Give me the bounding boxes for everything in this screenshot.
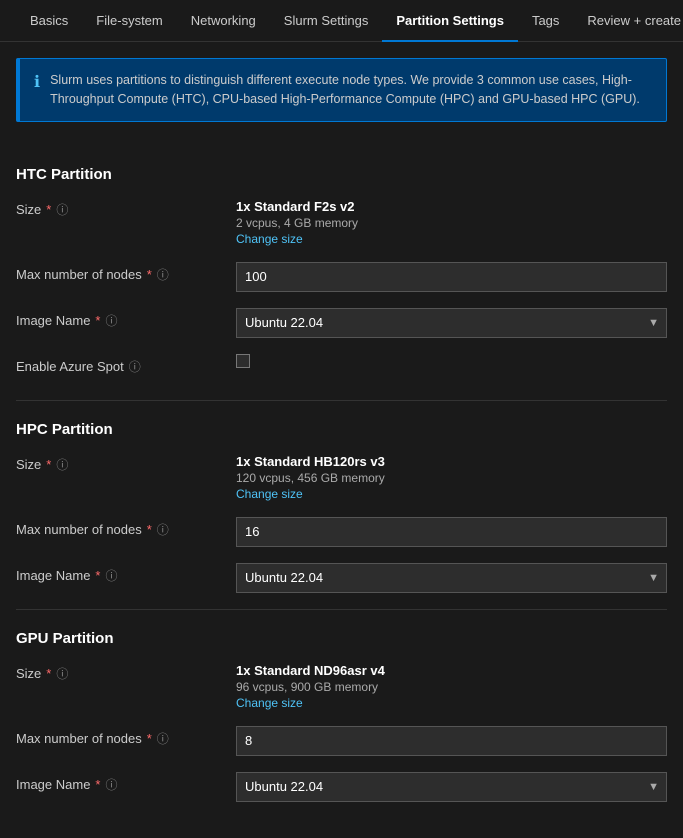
hpc-image-required: * <box>95 568 100 583</box>
nav-item-review[interactable]: Review + create <box>573 0 683 42</box>
hpc-max-nodes-input[interactable] <box>236 517 667 547</box>
htc-azure-spot-row: Enable Azure Spot ⓘ <box>16 354 667 386</box>
hpc-size-info-icon[interactable]: ⓘ <box>56 456 68 473</box>
htc-max-nodes-required: * <box>147 267 152 282</box>
info-banner-text: Slurm uses partitions to distinguish dif… <box>50 71 652 109</box>
htc-size-display: 1x Standard F2s v2 2 vcpus, 4 GB memory … <box>236 197 667 248</box>
gpu-size-details: 96 vcpus, 900 GB memory <box>236 680 667 694</box>
gpu-max-nodes-info-icon[interactable]: ⓘ <box>157 730 169 747</box>
info-banner: ℹ Slurm uses partitions to distinguish d… <box>16 58 667 122</box>
hpc-image-control: Ubuntu 20.04 Ubuntu 22.04 CentOS 7 CentO… <box>236 563 667 593</box>
htc-max-nodes-info-icon[interactable]: ⓘ <box>157 266 169 283</box>
hpc-change-size-link[interactable]: Change size <box>236 487 667 501</box>
nav-item-networking[interactable]: Networking <box>177 0 270 42</box>
nav-item-filesystem[interactable]: File-system <box>82 0 176 42</box>
hpc-size-required: * <box>46 457 51 472</box>
nav-item-slurm[interactable]: Slurm Settings <box>270 0 383 42</box>
htc-section-header: HTC Partition <box>16 166 667 183</box>
gpu-size-required: * <box>46 666 51 681</box>
hpc-size-label: Size * ⓘ <box>16 452 236 473</box>
htc-azure-spot-info-icon[interactable]: ⓘ <box>129 358 141 375</box>
gpu-size-info-icon[interactable]: ⓘ <box>56 665 68 682</box>
htc-hpc-divider <box>16 400 667 401</box>
htc-azure-spot-control <box>236 354 667 368</box>
hpc-gpu-divider <box>16 609 667 610</box>
gpu-image-select[interactable]: Ubuntu 20.04 Ubuntu 22.04 CentOS 7 CentO… <box>236 772 667 802</box>
gpu-image-info-icon[interactable]: ⓘ <box>105 776 117 793</box>
htc-azure-spot-label: Enable Azure Spot ⓘ <box>16 354 236 375</box>
htc-image-select[interactable]: Ubuntu 20.04 Ubuntu 22.04 CentOS 7 CentO… <box>236 308 667 338</box>
gpu-max-nodes-input[interactable] <box>236 726 667 756</box>
main-content: HTC Partition Size * ⓘ 1x Standard F2s v… <box>0 138 683 838</box>
htc-image-required: * <box>95 313 100 328</box>
nav-item-basics[interactable]: Basics <box>16 0 82 42</box>
gpu-image-row: Image Name * ⓘ Ubuntu 20.04 Ubuntu 22.04… <box>16 772 667 804</box>
htc-size-info-icon[interactable]: ⓘ <box>56 201 68 218</box>
htc-azure-spot-checkbox[interactable] <box>236 354 250 368</box>
htc-change-size-link[interactable]: Change size <box>236 232 667 246</box>
hpc-size-row: Size * ⓘ 1x Standard HB120rs v3 120 vcpu… <box>16 452 667 503</box>
gpu-image-required: * <box>95 777 100 792</box>
htc-max-nodes-input[interactable] <box>236 262 667 292</box>
htc-max-nodes-row: Max number of nodes * ⓘ <box>16 262 667 294</box>
htc-image-select-wrapper: Ubuntu 20.04 Ubuntu 22.04 CentOS 7 CentO… <box>236 308 667 338</box>
nav-item-tags[interactable]: Tags <box>518 0 573 42</box>
gpu-size-row: Size * ⓘ 1x Standard ND96asr v4 96 vcpus… <box>16 661 667 712</box>
htc-size-label: Size * ⓘ <box>16 197 236 218</box>
gpu-max-nodes-row: Max number of nodes * ⓘ <box>16 726 667 758</box>
hpc-image-select-wrapper: Ubuntu 20.04 Ubuntu 22.04 CentOS 7 CentO… <box>236 563 667 593</box>
htc-max-nodes-label: Max number of nodes * ⓘ <box>16 262 236 283</box>
gpu-size-name: 1x Standard ND96asr v4 <box>236 663 667 678</box>
htc-image-label: Image Name * ⓘ <box>16 308 236 329</box>
gpu-size-display: 1x Standard ND96asr v4 96 vcpus, 900 GB … <box>236 661 667 712</box>
htc-image-info-icon[interactable]: ⓘ <box>105 312 117 329</box>
htc-size-details: 2 vcpus, 4 GB memory <box>236 216 667 230</box>
gpu-max-nodes-control <box>236 726 667 756</box>
gpu-section-header: GPU Partition <box>16 630 667 647</box>
hpc-max-nodes-row: Max number of nodes * ⓘ <box>16 517 667 549</box>
hpc-size-details: 120 vcpus, 456 GB memory <box>236 471 667 485</box>
hpc-image-select[interactable]: Ubuntu 20.04 Ubuntu 22.04 CentOS 7 CentO… <box>236 563 667 593</box>
hpc-max-nodes-required: * <box>147 522 152 537</box>
gpu-image-select-wrapper: Ubuntu 20.04 Ubuntu 22.04 CentOS 7 CentO… <box>236 772 667 802</box>
htc-size-required: * <box>46 202 51 217</box>
hpc-max-nodes-control <box>236 517 667 547</box>
htc-size-row: Size * ⓘ 1x Standard F2s v2 2 vcpus, 4 G… <box>16 197 667 248</box>
hpc-image-label: Image Name * ⓘ <box>16 563 236 584</box>
htc-image-row: Image Name * ⓘ Ubuntu 20.04 Ubuntu 22.04… <box>16 308 667 340</box>
hpc-section-header: HPC Partition <box>16 421 667 438</box>
gpu-image-label: Image Name * ⓘ <box>16 772 236 793</box>
hpc-max-nodes-label: Max number of nodes * ⓘ <box>16 517 236 538</box>
gpu-size-label: Size * ⓘ <box>16 661 236 682</box>
htc-max-nodes-control <box>236 262 667 292</box>
hpc-image-row: Image Name * ⓘ Ubuntu 20.04 Ubuntu 22.04… <box>16 563 667 595</box>
nav-bar: Basics File-system Networking Slurm Sett… <box>0 0 683 42</box>
htc-size-name: 1x Standard F2s v2 <box>236 199 667 214</box>
nav-item-partition[interactable]: Partition Settings <box>382 0 518 42</box>
gpu-image-control: Ubuntu 20.04 Ubuntu 22.04 CentOS 7 CentO… <box>236 772 667 802</box>
hpc-size-name: 1x Standard HB120rs v3 <box>236 454 667 469</box>
hpc-max-nodes-info-icon[interactable]: ⓘ <box>157 521 169 538</box>
gpu-change-size-link[interactable]: Change size <box>236 696 667 710</box>
gpu-max-nodes-required: * <box>147 731 152 746</box>
htc-image-control: Ubuntu 20.04 Ubuntu 22.04 CentOS 7 CentO… <box>236 308 667 338</box>
info-icon: ℹ <box>34 72 40 92</box>
hpc-image-info-icon[interactable]: ⓘ <box>105 567 117 584</box>
hpc-size-display: 1x Standard HB120rs v3 120 vcpus, 456 GB… <box>236 452 667 503</box>
